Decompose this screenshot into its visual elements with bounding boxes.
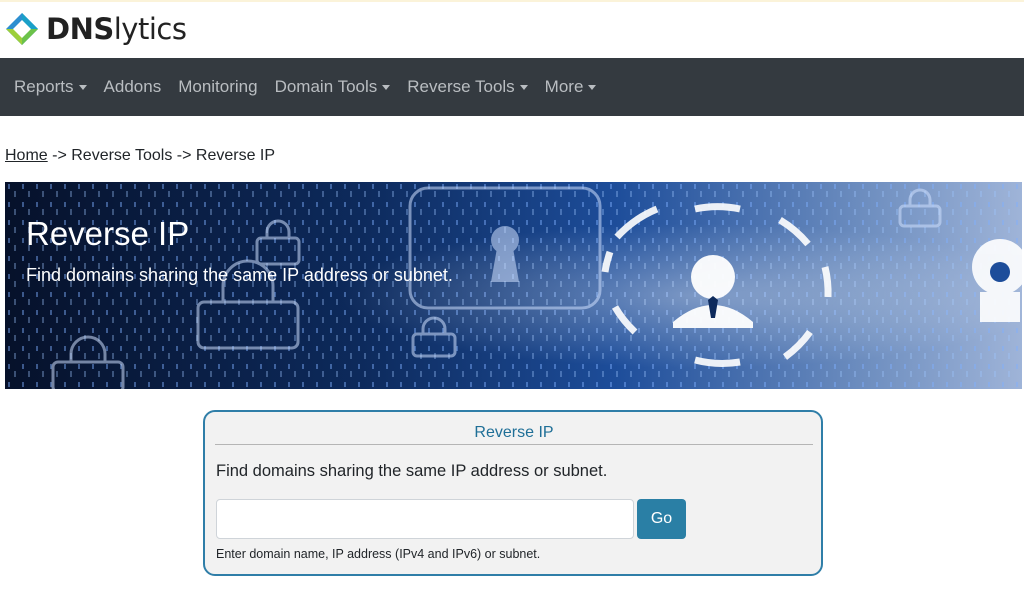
breadcrumb-current: Reverse IP	[195, 147, 276, 164]
breadcrumb-separator: ->	[172, 147, 196, 164]
caret-down-icon	[519, 85, 528, 90]
caret-down-icon	[588, 85, 597, 90]
nav-monitoring[interactable]: Monitoring	[178, 77, 257, 97]
main-navbar: Reports Addons Monitoring Domain Tools R…	[0, 58, 1024, 116]
form-title: Reverse IP	[474, 424, 554, 441]
caret-down-icon	[382, 85, 391, 90]
nav-more[interactable]: More	[545, 77, 597, 97]
nav-label: Monitoring	[178, 77, 258, 96]
top-accent-line	[0, 0, 1024, 2]
reverse-ip-form-card: Reverse IP Find domains sharing the same…	[203, 410, 823, 576]
brand-name-bold: DNS	[46, 11, 114, 46]
hero-title: Reverse IP	[26, 215, 190, 252]
nav-label: Reports	[14, 77, 74, 96]
form-divider	[215, 444, 813, 445]
search-input[interactable]	[216, 499, 634, 539]
dnslytics-logo-icon	[6, 13, 38, 45]
nav-reverse-tools[interactable]: Reverse Tools	[407, 77, 528, 97]
breadcrumb-home-link[interactable]: Home	[5, 147, 48, 164]
hero-subtitle: Find domains sharing the same IP address…	[26, 265, 453, 285]
brand-name-rest: lytics	[113, 11, 187, 46]
go-button[interactable]: Go	[637, 499, 686, 539]
hero-banner: Reverse IP Find domains sharing the same…	[5, 182, 1022, 389]
brand-name: DNSlytics	[46, 11, 187, 46]
nav-label: Reverse Tools	[407, 77, 515, 96]
breadcrumb: Home -> Reverse Tools -> Reverse IP	[5, 147, 275, 165]
nav-label: Addons	[103, 77, 162, 96]
form-help-text: Enter domain name, IP address (IPv4 and …	[216, 547, 541, 561]
nav-reports[interactable]: Reports	[14, 77, 87, 97]
caret-down-icon	[78, 85, 87, 90]
nav-addons[interactable]: Addons	[104, 77, 162, 97]
nav-domain-tools[interactable]: Domain Tools	[275, 77, 391, 97]
nav-label: More	[544, 77, 584, 96]
brand-logo-link[interactable]: DNSlytics	[4, 9, 187, 49]
nav-label: Domain Tools	[274, 77, 378, 96]
breadcrumb-separator: ->	[47, 147, 72, 164]
form-description: Find domains sharing the same IP address…	[216, 462, 608, 480]
breadcrumb-reverse-tools: Reverse Tools	[71, 147, 173, 164]
